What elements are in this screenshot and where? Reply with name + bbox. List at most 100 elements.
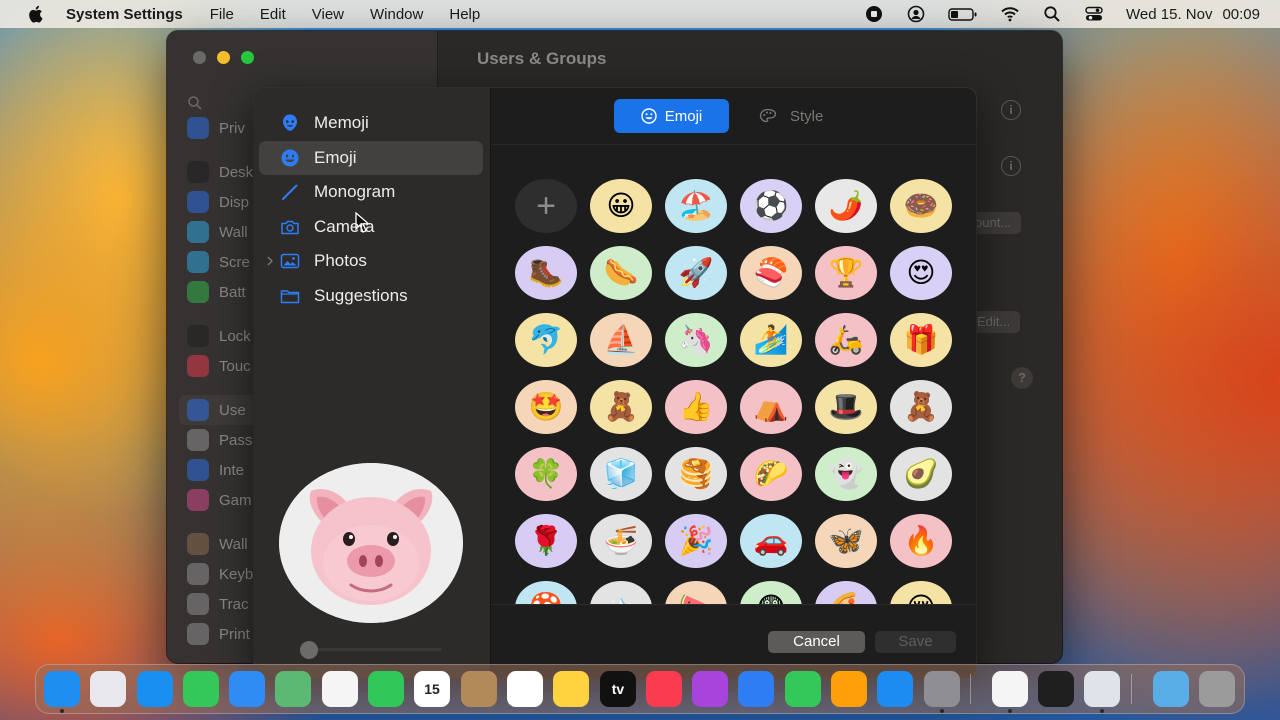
file-menu[interactable]: File: [210, 6, 234, 23]
add-emoji-button[interactable]: +: [515, 179, 577, 233]
dock-safari-icon[interactable]: [137, 671, 173, 707]
emoji-option[interactable]: 😨: [740, 581, 802, 604]
dock-pages-icon[interactable]: [831, 671, 867, 707]
emoji-option[interactable]: 🥞: [665, 447, 727, 501]
emoji-option[interactable]: 🍩: [890, 179, 952, 233]
emoji-option[interactable]: 🌮: [740, 447, 802, 501]
emoji-option[interactable]: 😀: [590, 179, 652, 233]
emoji-option[interactable]: 🌹: [515, 514, 577, 568]
menu-bar-clock[interactable]: Wed 15. Nov 00:09: [1126, 6, 1260, 23]
emoji-option[interactable]: 😍: [890, 246, 952, 300]
emoji-option[interactable]: 🎁: [890, 313, 952, 367]
dock-downloads-icon[interactable]: [1153, 671, 1189, 707]
emoji-option[interactable]: 🏖️: [665, 179, 727, 233]
dock-podcasts-icon[interactable]: [692, 671, 728, 707]
zoom-slider-knob[interactable]: [300, 641, 318, 659]
zoom-slider-track[interactable]: [304, 648, 442, 651]
emoji-option[interactable]: 😢: [890, 581, 952, 604]
dock-music-icon[interactable]: [646, 671, 682, 707]
app-name-menu[interactable]: System Settings: [66, 6, 183, 23]
dock-tv-icon[interactable]: tv: [600, 671, 636, 707]
emoji-option[interactable]: ⛵: [590, 313, 652, 367]
emoji-option[interactable]: 🍣: [740, 246, 802, 300]
dock-trash-icon[interactable]: [1199, 671, 1235, 707]
dock-calendar-icon[interactable]: 15: [414, 671, 450, 707]
sidebar-item-suggestions[interactable]: Suggestions: [259, 279, 483, 314]
emoji-option[interactable]: 🌭: [590, 246, 652, 300]
emoji-option[interactable]: 🎉: [665, 514, 727, 568]
emoji-option[interactable]: 🧊: [590, 447, 652, 501]
record-icon[interactable]: [864, 5, 884, 23]
dock-photos-icon[interactable]: [322, 671, 358, 707]
wifi-icon[interactable]: [1000, 5, 1020, 23]
dock-notes-icon[interactable]: [553, 671, 589, 707]
tab-style[interactable]: Style: [759, 99, 839, 133]
tab-emoji[interactable]: Emoji: [614, 99, 729, 133]
emoji-option[interactable]: 🔥: [890, 514, 952, 568]
window-menu[interactable]: Window: [370, 6, 423, 23]
dock-reminders-icon[interactable]: [507, 671, 543, 707]
sidebar-item-memoji[interactable]: Memoji: [259, 106, 483, 141]
dock-app-store-icon[interactable]: [877, 671, 913, 707]
dock-finder-icon[interactable]: [44, 671, 80, 707]
emoji-option[interactable]: 🦋: [815, 514, 877, 568]
info-icon[interactable]: i: [1001, 156, 1021, 176]
save-button[interactable]: Save: [875, 631, 956, 653]
emoji-option[interactable]: 🛵: [815, 313, 877, 367]
emoji-option[interactable]: ⛺: [740, 380, 802, 434]
dock-chrome-icon[interactable]: [992, 671, 1028, 707]
emoji-option[interactable]: 🏆: [815, 246, 877, 300]
battery-icon[interactable]: [948, 5, 978, 23]
dock-quicktime-icon[interactable]: [1084, 671, 1120, 707]
emoji-option[interactable]: 🚀: [665, 246, 727, 300]
emoji-option[interactable]: 🏄: [740, 313, 802, 367]
dock-facetime-icon[interactable]: [368, 671, 404, 707]
info-icon[interactable]: i: [1001, 100, 1021, 120]
sidebar-item-photos[interactable]: Photos: [259, 244, 483, 279]
dock-mail-icon[interactable]: [229, 671, 265, 707]
emoji-option[interactable]: 🦄: [665, 313, 727, 367]
emoji-option[interactable]: 🐬: [515, 313, 577, 367]
help-button[interactable]: ?: [1011, 367, 1033, 389]
edit-menu[interactable]: Edit: [260, 6, 286, 23]
dock-numbers-icon[interactable]: [785, 671, 821, 707]
emoji-option[interactable]: 🎩: [815, 380, 877, 434]
emoji-option[interactable]: 🌶️: [815, 179, 877, 233]
emoji-option[interactable]: 🤩: [515, 380, 577, 434]
help-menu[interactable]: Help: [449, 6, 480, 23]
search-icon[interactable]: [1042, 5, 1062, 23]
emoji-option[interactable]: 🍉: [665, 581, 727, 604]
dock-launchpad-icon[interactable]: [90, 671, 126, 707]
emoji-option[interactable]: 🚗: [740, 514, 802, 568]
emoji-option[interactable]: 🧸: [590, 380, 652, 434]
minimize-button[interactable]: [217, 51, 230, 64]
emoji-option[interactable]: 👻: [815, 447, 877, 501]
dock-system-settings-icon[interactable]: [924, 671, 960, 707]
cancel-button[interactable]: Cancel: [768, 631, 865, 653]
dock-maps-icon[interactable]: [275, 671, 311, 707]
emoji-option[interactable]: 🍜: [590, 514, 652, 568]
emoji-option[interactable]: ⚽: [740, 179, 802, 233]
sidebar-item-camera[interactable]: Camera: [259, 210, 483, 245]
control-center-icon[interactable]: [1084, 5, 1104, 23]
dock-activity-monitor-icon[interactable]: [1038, 671, 1074, 707]
emoji-option[interactable]: 👍: [665, 380, 727, 434]
dock-contacts-icon[interactable]: [461, 671, 497, 707]
emoji-option[interactable]: 🧸: [890, 380, 952, 434]
user-icon[interactable]: [906, 5, 926, 23]
emoji-option[interactable]: 🍀: [515, 447, 577, 501]
sidebar-item-monogram[interactable]: Monogram: [259, 175, 483, 210]
emoji-option[interactable]: 🍕: [815, 581, 877, 604]
emoji-option[interactable]: 🥑: [890, 447, 952, 501]
emoji-option[interactable]: 🥾: [515, 246, 577, 300]
dock-keynote-icon[interactable]: [738, 671, 774, 707]
zoom-button[interactable]: [241, 51, 254, 64]
emoji-option[interactable]: 🏔️: [590, 581, 652, 604]
dock-messages-icon[interactable]: [183, 671, 219, 707]
apple-menu-icon[interactable]: [24, 4, 46, 24]
view-menu[interactable]: View: [312, 6, 344, 23]
sidebar-item-emoji[interactable]: Emoji: [259, 140, 483, 233]
emoji-option[interactable]: 🍄: [515, 581, 577, 604]
close-button[interactable]: [193, 51, 206, 64]
chevron-right-icon[interactable]: [266, 255, 274, 267]
